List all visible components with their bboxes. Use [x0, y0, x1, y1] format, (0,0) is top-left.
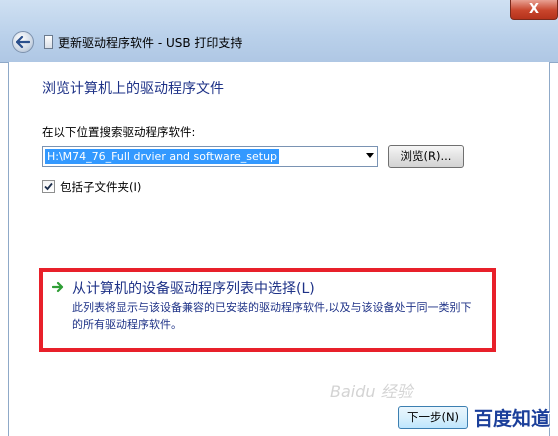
- window-title: 更新驱动程序软件 - USB 打印支持: [58, 36, 243, 50]
- checkmark-icon: [44, 182, 53, 191]
- path-input-value[interactable]: H:\M74_76_Full drvier and software_setup: [45, 149, 280, 164]
- green-arrow-icon: [52, 281, 64, 293]
- include-subfolders-checkbox[interactable]: [42, 180, 55, 193]
- browse-button[interactable]: 浏览(R)...: [388, 145, 464, 168]
- watermark-text: Baidu 经验: [330, 382, 413, 401]
- page-heading: 浏览计算机上的驱动程序文件: [42, 81, 224, 97]
- back-button[interactable]: [12, 31, 34, 53]
- pick-from-list-link[interactable]: 从计算机的设备驱动程序列表中选择(L): [72, 278, 315, 298]
- back-arrow-icon: [16, 36, 30, 48]
- baidu-watermark: 百度知道: [474, 408, 551, 430]
- next-button[interactable]: 下一步(N): [398, 406, 468, 429]
- path-combobox[interactable]: H:\M74_76_Full drvier and software_setup: [42, 146, 378, 167]
- close-button[interactable]: X: [510, 0, 558, 20]
- device-icon: [44, 35, 53, 49]
- include-subfolders-label[interactable]: 包括子文件夹(I): [60, 179, 141, 195]
- dropdown-arrow-icon[interactable]: [366, 153, 374, 158]
- pick-from-list-description: 此列表将显示与该设备兼容的已安装的驱动程序软件,以及与该设备处于同一类别下的所有…: [72, 301, 472, 331]
- search-location-label: 在以下位置搜索驱动程序软件:: [42, 125, 196, 139]
- window-titlebar: [0, 0, 558, 63]
- dialog-content: [8, 62, 550, 436]
